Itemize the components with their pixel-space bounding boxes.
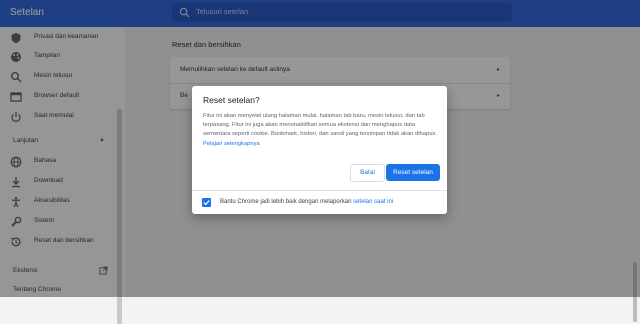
learn-more-link[interactable]: Pelajari selengkapnya <box>203 141 260 147</box>
checkmark-icon <box>203 200 210 206</box>
dialog-title: Reset setelan? <box>203 95 260 105</box>
dialog-description: Fitur ini akan menyetel ulang halaman mu… <box>203 113 437 138</box>
dialog-footer: Bantu Chrome jadi lebih baik dengan mela… <box>192 190 447 215</box>
footer-message: Bantu Chrome jadi lebih baik dengan mela… <box>220 199 352 205</box>
cancel-button[interactable]: Batal <box>350 164 385 182</box>
reset-dialog: Reset setelan? Fitur ini akan menyetel u… <box>192 86 447 214</box>
report-settings-checkbox[interactable] <box>202 198 211 207</box>
reset-settings-button[interactable]: Reset setelan <box>386 164 440 181</box>
current-settings-link[interactable]: setelan saat ini <box>353 199 393 205</box>
footer-text: Bantu Chrome jadi lebih baik dengan mela… <box>220 199 393 205</box>
dialog-body: Fitur ini akan menyetel ulang halaman mu… <box>203 112 439 149</box>
